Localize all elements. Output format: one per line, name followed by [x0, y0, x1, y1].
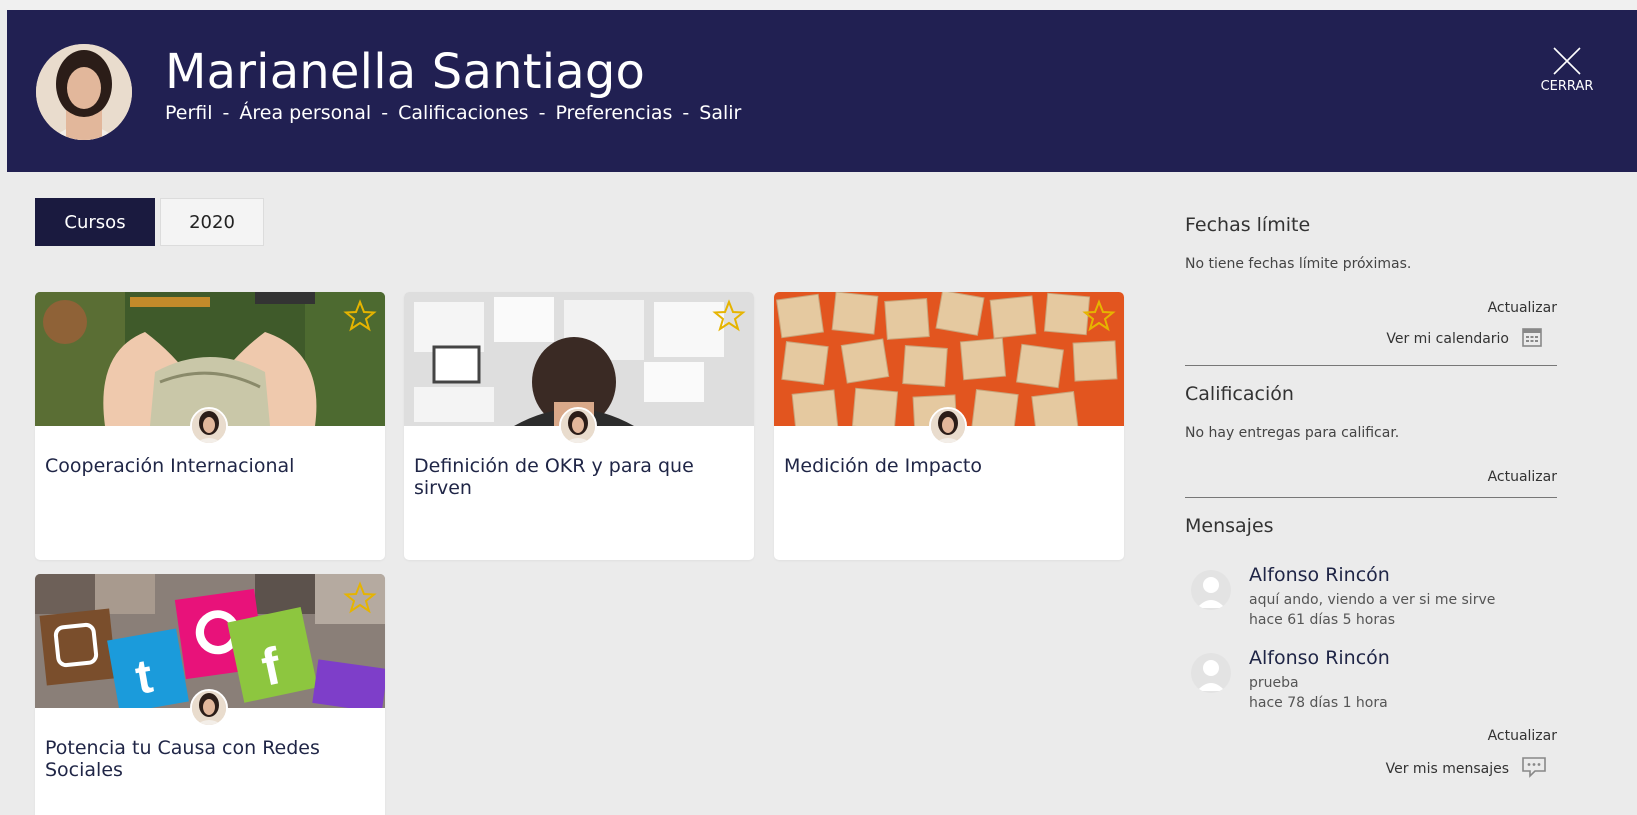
teacher-avatar — [559, 407, 597, 445]
message-preview: prueba — [1249, 675, 1299, 691]
course-title[interactable]: Medición de Impacto — [784, 455, 982, 477]
course-card[interactable]: Cooperación Internacional — [35, 292, 385, 560]
course-image — [404, 292, 754, 426]
user-menu: Perfil - Área personal - Calificaciones … — [165, 102, 741, 124]
nav-separator: - — [682, 102, 690, 124]
view-tabs: Cursos 2020 — [35, 198, 264, 246]
course-title[interactable]: Cooperación Internacional — [45, 455, 294, 477]
course-title[interactable]: Definición de OKR y para que sirven — [414, 455, 754, 499]
course-image — [774, 292, 1124, 426]
course-image — [35, 292, 385, 426]
teacher-avatar — [190, 407, 228, 445]
messages-heading: Mensajes — [1185, 515, 1274, 537]
message-preview: aquí ando, viendo a ver si me sirve — [1249, 592, 1496, 608]
drawer-header: Marianella Santiago Perfil - Área person… — [7, 10, 1637, 172]
messages-link-label: Ver mis mensajes — [1385, 761, 1509, 777]
favorite-star-icon[interactable] — [712, 299, 746, 333]
calendar-icon — [1509, 326, 1543, 352]
teacher-avatar — [929, 407, 967, 445]
sender-avatar — [1191, 570, 1231, 610]
deadlines-refresh-link[interactable]: Actualizar — [1488, 300, 1557, 316]
sender-avatar — [1191, 653, 1231, 693]
messages-refresh-link[interactable]: Actualizar — [1488, 728, 1557, 744]
teacher-avatar — [190, 689, 228, 727]
deadlines-empty-text: No tiene fechas límite próximas. — [1185, 256, 1412, 272]
course-card[interactable]: t f Potencia tu Causa con Redes Sociales — [35, 574, 385, 815]
user-avatar[interactable] — [36, 44, 132, 140]
user-drawer: Marianella Santiago Perfil - Área person… — [7, 10, 1637, 815]
nav-link-logout[interactable]: Salir — [699, 102, 741, 124]
messages-link[interactable]: Ver mis mensajes — [1386, 756, 1547, 782]
grading-empty-text: No hay entregas para calificar. — [1185, 425, 1400, 441]
message-item[interactable]: Alfonso Rincón prueba hace 78 días 1 hor… — [1185, 647, 1557, 717]
tab-year[interactable]: 2020 — [160, 198, 264, 246]
calendar-link[interactable]: Ver mi calendario — [1386, 326, 1543, 352]
tab-courses[interactable]: Cursos — [35, 198, 155, 246]
message-time: hace 78 días 1 hora — [1249, 695, 1388, 711]
section-divider — [1185, 365, 1557, 366]
nav-separator: - — [538, 102, 546, 124]
course-image: t f — [35, 574, 385, 708]
section-divider — [1185, 497, 1557, 498]
calendar-link-label: Ver mi calendario — [1386, 331, 1509, 347]
close-label: CERRAR — [1540, 79, 1594, 94]
favorite-star-icon[interactable] — [343, 581, 377, 615]
course-card[interactable]: Definición de OKR y para que sirven — [404, 292, 754, 560]
grading-refresh-link[interactable]: Actualizar — [1488, 469, 1557, 485]
nav-link-preferences[interactable]: Preferencias — [555, 102, 672, 124]
grading-heading: Calificación — [1185, 383, 1294, 405]
nav-link-grades[interactable]: Calificaciones — [398, 102, 529, 124]
course-card[interactable]: Medición de Impacto — [774, 292, 1124, 560]
nav-link-profile[interactable]: Perfil — [165, 102, 213, 124]
chat-icon — [1509, 756, 1547, 782]
deadlines-heading: Fechas límite — [1185, 214, 1311, 236]
user-name: Marianella Santiago — [165, 44, 646, 100]
course-title[interactable]: Potencia tu Causa con Redes Sociales — [45, 737, 385, 781]
close-button[interactable]: CERRAR — [1537, 46, 1597, 94]
close-icon — [1537, 46, 1597, 76]
message-sender: Alfonso Rincón — [1249, 647, 1390, 669]
favorite-star-icon[interactable] — [343, 299, 377, 333]
nav-separator: - — [222, 102, 230, 124]
message-time: hace 61 días 5 horas — [1249, 612, 1396, 628]
message-sender: Alfonso Rincón — [1249, 564, 1390, 586]
nav-link-personal-area[interactable]: Área personal — [239, 102, 371, 124]
top-strip — [0, 0, 1637, 10]
nav-separator: - — [381, 102, 389, 124]
message-item[interactable]: Alfonso Rincón aquí ando, viendo a ver s… — [1185, 564, 1557, 634]
favorite-star-icon[interactable] — [1082, 299, 1116, 333]
